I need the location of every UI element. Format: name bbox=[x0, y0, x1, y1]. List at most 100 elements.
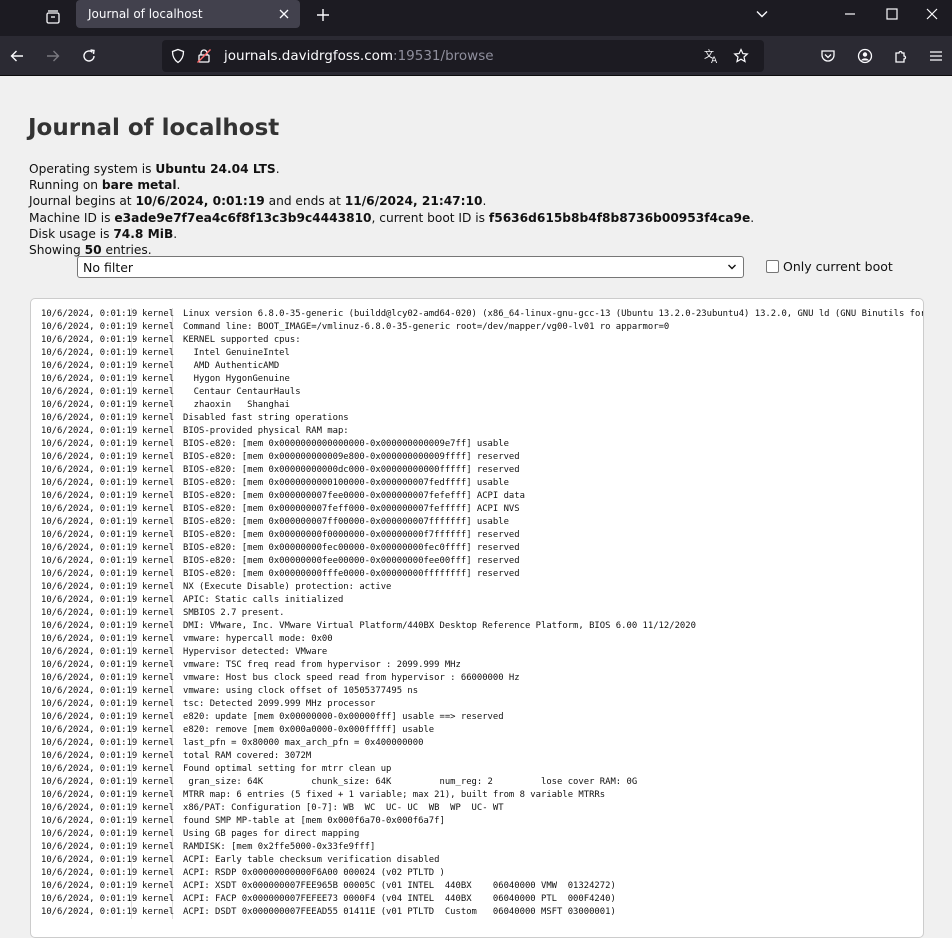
log-row[interactable]: 10/6/2024, 0:01:19 kernel APIC: Static cal… bbox=[31, 594, 923, 607]
pocket-button[interactable] bbox=[812, 40, 844, 72]
log-row[interactable]: 10/6/2024, 0:01:19 kernel KERNEL supported… bbox=[31, 334, 923, 347]
log-row[interactable]: 10/6/2024, 0:01:19 kernel zhaoxin Shangha… bbox=[31, 399, 923, 412]
log-row[interactable]: 10/6/2024, 0:01:19 kernel ACPI: Early tabl… bbox=[31, 854, 923, 867]
log-timestamp: 10/6/2024, 0:01:19 bbox=[31, 698, 137, 711]
maximize-button[interactable] bbox=[872, 0, 912, 28]
log-row[interactable]: 10/6/2024, 0:01:19 kernel vmware: TSC freq… bbox=[31, 659, 923, 672]
log-timestamp: 10/6/2024, 0:01:19 bbox=[31, 321, 137, 334]
log-row[interactable]: 10/6/2024, 0:01:19 kernel ACPI: RSDP 0x000… bbox=[31, 867, 923, 880]
log-identifier: kernel bbox=[132, 347, 174, 360]
log-row[interactable]: 10/6/2024, 0:01:19 kernel BIOS-e820: [mem … bbox=[31, 555, 923, 568]
log-identifier: kernel bbox=[132, 672, 174, 685]
log-row[interactable]: 10/6/2024, 0:01:19 kernel BIOS-e820: [mem … bbox=[31, 451, 923, 464]
log-row[interactable]: 10/6/2024, 0:01:19 kernel Command line: BO… bbox=[31, 321, 923, 334]
log-message: zhaoxin Shanghai bbox=[183, 400, 301, 410]
log-row[interactable]: 10/6/2024, 0:01:19 kernel ACPI: DSDT 0x000… bbox=[31, 906, 923, 919]
log-row[interactable]: 10/6/2024, 0:01:19 kernel vmware: hypercal… bbox=[31, 633, 923, 646]
shield-icon[interactable] bbox=[166, 44, 190, 68]
log-row[interactable]: 10/6/2024, 0:01:19 kernel BIOS-e820: [mem … bbox=[31, 490, 923, 503]
log-row[interactable]: 10/6/2024, 0:01:19 kernel BIOS-e820: [mem … bbox=[31, 438, 923, 451]
log-message: vmware: Host bus clock speed read from h… bbox=[183, 673, 520, 683]
log-row[interactable]: 10/6/2024, 0:01:19 kernel tsc: Detected 20… bbox=[31, 698, 923, 711]
forward-button[interactable] bbox=[37, 40, 69, 72]
current-boot-checkbox[interactable] bbox=[766, 260, 779, 273]
log-row[interactable]: 10/6/2024, 0:01:19 kernel e820: remove [me… bbox=[31, 724, 923, 737]
log-row[interactable]: 10/6/2024, 0:01:19 kernel BIOS-e820: [mem … bbox=[31, 503, 923, 516]
log-row[interactable]: 10/6/2024, 0:01:19 kernel Centaur Centaur… bbox=[31, 386, 923, 399]
log-row[interactable]: 10/6/2024, 0:01:19 kernel e820: update [me… bbox=[31, 711, 923, 724]
tab-journal[interactable]: Journal of localhost bbox=[76, 0, 300, 28]
log-identifier: kernel bbox=[132, 763, 174, 776]
translate-icon[interactable]: 文 A bbox=[700, 44, 724, 68]
log-timestamp: 10/6/2024, 0:01:19 bbox=[31, 386, 137, 399]
log-row[interactable]: 10/6/2024, 0:01:19 kernel MTRR map: 6 entr… bbox=[31, 789, 923, 802]
log-message: BIOS-e820: [mem 0x00000000fec00000-0x000… bbox=[183, 543, 520, 553]
account-icon bbox=[857, 48, 873, 64]
new-tab-button[interactable] bbox=[308, 2, 338, 28]
window-close-button[interactable] bbox=[912, 0, 952, 28]
log-row[interactable]: 10/6/2024, 0:01:19 kernel ACPI: XSDT 0x000… bbox=[31, 880, 923, 893]
log-row[interactable]: 10/6/2024, 0:01:19 kernel found SMP MP-tab… bbox=[31, 815, 923, 828]
log-row[interactable]: 10/6/2024, 0:01:19 kernel vmware: Host bus… bbox=[31, 672, 923, 685]
log-row[interactable]: 10/6/2024, 0:01:19 kernel AMD AuthenticAM… bbox=[31, 360, 923, 373]
log-timestamp: 10/6/2024, 0:01:19 bbox=[31, 776, 137, 789]
log-timestamp: 10/6/2024, 0:01:19 bbox=[31, 672, 137, 685]
system-info: Operating system is Ubuntu 24.04 LTS. Ru… bbox=[29, 161, 754, 258]
log-row[interactable]: 10/6/2024, 0:01:19 kernel BIOS-e820: [mem … bbox=[31, 568, 923, 581]
tab-overflow-button[interactable] bbox=[742, 0, 782, 28]
tab-list-button[interactable] bbox=[36, 2, 70, 32]
log-row[interactable]: 10/6/2024, 0:01:19 kernel BIOS-e820: [mem … bbox=[31, 542, 923, 555]
current-boot-toggle[interactable]: Only current boot bbox=[766, 259, 893, 274]
log-row[interactable]: 10/6/2024, 0:01:19 kernel BIOS-e820: [mem … bbox=[31, 464, 923, 477]
url-bar[interactable]: journals.davidrgfoss.com:19531/browse 文 … bbox=[162, 40, 764, 72]
reload-button[interactable] bbox=[73, 40, 105, 72]
log-row[interactable]: 10/6/2024, 0:01:19 kernel DMI: VMware, Inc… bbox=[31, 620, 923, 633]
log-row[interactable]: 10/6/2024, 0:01:19 kernel vmware: using cl… bbox=[31, 685, 923, 698]
log-row[interactable]: 10/6/2024, 0:01:19 kernel SMBIOS 2.7 prese… bbox=[31, 607, 923, 620]
back-button[interactable] bbox=[1, 40, 33, 72]
log-message: Hygon HygonGenuine bbox=[183, 374, 290, 384]
minimize-button[interactable] bbox=[830, 0, 870, 28]
nav-bar: journals.davidrgfoss.com:19531/browse 文 … bbox=[0, 36, 952, 76]
log-row[interactable]: 10/6/2024, 0:01:19 kernel gran_size: 64K … bbox=[31, 776, 923, 789]
filter-select[interactable]: No filter bbox=[77, 256, 744, 278]
log-row[interactable]: 10/6/2024, 0:01:19 kernel Found optimal se… bbox=[31, 763, 923, 776]
log-message: total RAM covered: 3072M bbox=[183, 751, 312, 761]
journal-log[interactable]: 10/6/2024, 0:01:19 kernel Linux version 6.… bbox=[30, 298, 924, 938]
log-message: tsc: Detected 2099.999 MHz processor bbox=[183, 699, 376, 709]
log-row[interactable]: 10/6/2024, 0:01:19 kernel BIOS-e820: [mem … bbox=[31, 477, 923, 490]
log-row[interactable]: 10/6/2024, 0:01:19 kernel x86/PAT: Configu… bbox=[31, 802, 923, 815]
menu-button[interactable] bbox=[920, 40, 952, 72]
log-row[interactable]: 10/6/2024, 0:01:19 kernel Hypervisor detec… bbox=[31, 646, 923, 659]
log-row[interactable]: 10/6/2024, 0:01:19 kernel Disabled fast st… bbox=[31, 412, 923, 425]
log-identifier: kernel bbox=[132, 854, 174, 867]
log-row[interactable]: 10/6/2024, 0:01:19 kernel Using GB pages f… bbox=[31, 828, 923, 841]
extensions-button[interactable] bbox=[885, 40, 917, 72]
log-identifier: kernel bbox=[132, 633, 174, 646]
log-identifier: kernel bbox=[132, 425, 174, 438]
log-row[interactable]: 10/6/2024, 0:01:19 kernel total RAM covere… bbox=[31, 750, 923, 763]
log-row[interactable]: 10/6/2024, 0:01:19 kernel Hygon HygonGenu… bbox=[31, 373, 923, 386]
entry-count: 50 bbox=[84, 243, 102, 258]
bookmark-star-icon[interactable] bbox=[729, 44, 753, 68]
log-row[interactable]: 10/6/2024, 0:01:19 kernel NX (Execute Disa… bbox=[31, 581, 923, 594]
log-row[interactable]: 10/6/2024, 0:01:19 kernel BIOS-e820: [mem … bbox=[31, 516, 923, 529]
log-row[interactable]: 10/6/2024, 0:01:19 kernel RAMDISK: [mem 0x… bbox=[31, 841, 923, 854]
tab-close-button[interactable] bbox=[272, 2, 296, 26]
log-timestamp: 10/6/2024, 0:01:19 bbox=[31, 724, 137, 737]
log-identifier: kernel bbox=[132, 373, 174, 386]
log-row[interactable]: 10/6/2024, 0:01:19 kernel Linux version 6.… bbox=[31, 308, 923, 321]
log-row[interactable]: 10/6/2024, 0:01:19 kernel Intel GenuineIn… bbox=[31, 347, 923, 360]
insecure-lock-icon[interactable] bbox=[192, 44, 216, 68]
account-button[interactable] bbox=[849, 40, 881, 72]
log-row[interactable]: 10/6/2024, 0:01:19 kernel BIOS-provided ph… bbox=[31, 425, 923, 438]
log-identifier: kernel bbox=[132, 360, 174, 373]
log-timestamp: 10/6/2024, 0:01:19 bbox=[31, 425, 137, 438]
log-timestamp: 10/6/2024, 0:01:19 bbox=[31, 893, 137, 906]
log-row[interactable]: 10/6/2024, 0:01:19 kernel ACPI: FACP 0x000… bbox=[31, 893, 923, 906]
log-identifier: kernel bbox=[132, 568, 174, 581]
log-timestamp: 10/6/2024, 0:01:19 bbox=[31, 529, 137, 542]
log-row[interactable]: 10/6/2024, 0:01:19 kernel BIOS-e820: [mem … bbox=[31, 529, 923, 542]
log-row[interactable]: 10/6/2024, 0:01:19 kernel last_pfn = 0x800… bbox=[31, 737, 923, 750]
log-timestamp: 10/6/2024, 0:01:19 bbox=[31, 802, 137, 815]
